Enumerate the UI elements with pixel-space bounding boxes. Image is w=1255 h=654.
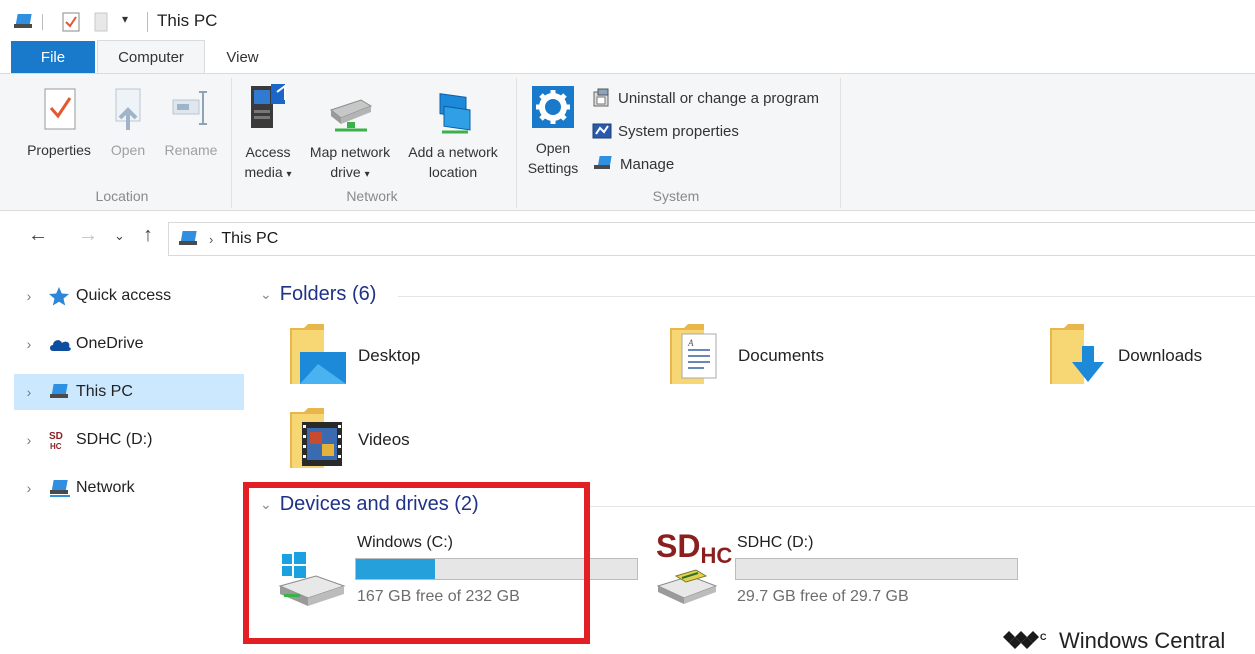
rename-button[interactable]: Rename: [158, 86, 224, 160]
svg-text:C: C: [1040, 632, 1047, 642]
access-media-button[interactable]: Access media ▾: [238, 80, 298, 185]
sidebar-item-quick-access[interactable]: › Quick access: [14, 278, 244, 314]
group-label-system: System: [652, 188, 700, 204]
open-settings-button[interactable]: Open Settings: [522, 84, 584, 178]
expand-chevron-icon[interactable]: ›: [18, 480, 40, 496]
settings-gear-icon: [532, 86, 574, 128]
drive-sdhc-d[interactable]: SDHC SDHC (D:) 29.7 GB free of 29.7 GB: [656, 530, 1026, 620]
manage-button[interactable]: Manage: [592, 154, 674, 174]
uninstall-icon: [593, 88, 609, 107]
address-bar: ← → ⌄ ↑ › This PC: [0, 218, 1255, 258]
properties-icon: [44, 88, 76, 130]
drive-name: SDHC (D:): [737, 534, 814, 551]
sd-drive-icon: [656, 569, 718, 604]
system-properties-button[interactable]: System properties: [592, 121, 739, 141]
breadcrumb-separator-icon: ›: [209, 231, 214, 247]
folder-videos[interactable]: Videos: [288, 408, 410, 472]
rename-icon: [172, 91, 207, 125]
expand-chevron-icon[interactable]: ›: [18, 432, 40, 448]
watermark: C Windows Central: [1003, 628, 1225, 654]
new-folder-quick-icon[interactable]: [94, 12, 108, 32]
svg-text:SD: SD: [49, 431, 63, 442]
drive-usage-bar: [735, 558, 1018, 580]
open-icon: [115, 88, 141, 130]
computer-icon: [179, 231, 197, 245]
ribbon-tabs: File Computer View: [0, 40, 1255, 74]
windows-central-logo-icon: C: [1003, 631, 1047, 649]
recent-locations-chevron-icon[interactable]: ⌄: [114, 228, 125, 244]
open-button[interactable]: Open: [104, 86, 152, 160]
sidebar-item-this-pc[interactable]: › This PC: [14, 374, 244, 410]
up-arrow-icon[interactable]: ↑: [143, 224, 153, 247]
tab-computer[interactable]: Computer: [97, 40, 205, 74]
documents-folder-icon: A: [668, 324, 728, 388]
manage-icon: [594, 156, 612, 169]
sd-card-icon: SD HC: [48, 429, 74, 451]
highlight-annotation: [243, 482, 590, 644]
ribbon: Properties Open Rename Location Access m…: [0, 73, 1255, 211]
address-input[interactable]: › This PC: [168, 222, 1255, 256]
network-icon: [48, 477, 74, 499]
breadcrumb-this-pc[interactable]: This PC: [221, 230, 278, 248]
title-bar: ▾ This PC: [0, 0, 1255, 44]
group-label-location: Location: [95, 188, 149, 204]
network-location-icon: [439, 93, 471, 134]
drive-free-space: 29.7 GB free of 29.7 GB: [737, 588, 909, 605]
add-network-location-button[interactable]: Add a network location: [400, 88, 506, 182]
system-properties-icon: [592, 123, 612, 139]
forward-arrow-icon[interactable]: →: [78, 224, 98, 247]
videos-folder-icon: [288, 408, 348, 472]
sidebar-item-network[interactable]: › Network: [14, 470, 244, 506]
media-server-icon: [251, 84, 286, 128]
customize-toolbar-icon[interactable]: ▾: [122, 12, 128, 26]
group-label-network: Network: [346, 188, 398, 204]
computer-icon: [48, 381, 74, 403]
sidebar-item-sdhc[interactable]: › SD HC SDHC (D:): [14, 422, 244, 458]
collapse-chevron-icon[interactable]: ⌄: [260, 286, 272, 303]
folder-documents[interactable]: A Documents: [668, 324, 824, 388]
folder-downloads[interactable]: Downloads: [1048, 324, 1202, 388]
tab-file[interactable]: File: [11, 41, 95, 73]
sidebar-item-onedrive[interactable]: › OneDrive: [14, 326, 244, 362]
desktop-folder-icon: [288, 324, 348, 388]
back-arrow-icon[interactable]: ←: [28, 224, 48, 247]
folder-desktop[interactable]: Desktop: [288, 324, 420, 388]
svg-text:HC: HC: [50, 442, 62, 451]
uninstall-program-button[interactable]: Uninstall or change a program: [592, 88, 819, 108]
properties-quick-icon[interactable]: [62, 12, 80, 32]
folders-section-header[interactable]: ⌄ Folders (6): [260, 283, 376, 306]
svg-text:A: A: [687, 338, 694, 348]
expand-chevron-icon[interactable]: ›: [18, 288, 40, 304]
star-icon: [48, 285, 74, 307]
properties-button[interactable]: Properties: [18, 86, 100, 160]
tab-view[interactable]: View: [215, 40, 270, 74]
expand-chevron-icon[interactable]: ›: [18, 384, 40, 400]
network-drive-icon: [329, 99, 373, 132]
map-network-drive-button[interactable]: Map network drive ▾: [302, 88, 398, 185]
computer-icon[interactable]: [12, 12, 36, 32]
window-title: This PC: [157, 11, 218, 30]
cloud-icon: [48, 333, 74, 355]
expand-chevron-icon[interactable]: ›: [18, 336, 40, 352]
downloads-folder-icon: [1048, 324, 1108, 388]
dropdown-arrow-icon: ▾: [286, 169, 292, 180]
dropdown-arrow-icon: ▾: [364, 169, 370, 180]
